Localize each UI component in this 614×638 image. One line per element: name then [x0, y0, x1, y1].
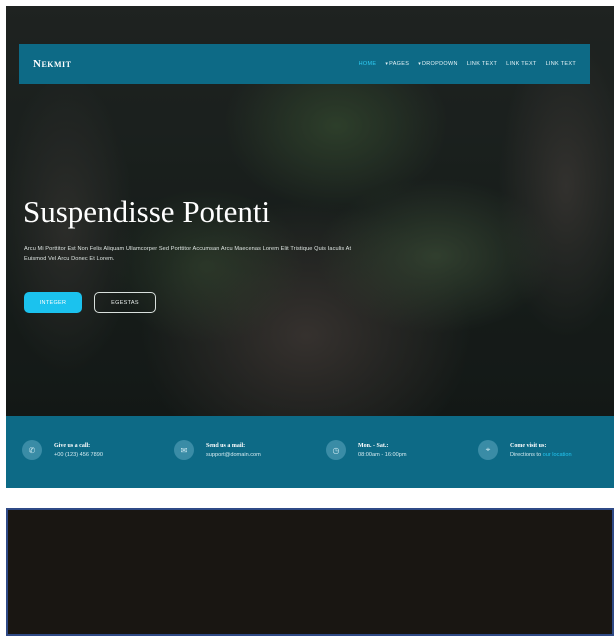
- location-pin-icon: ⌖: [478, 440, 498, 460]
- contact-info-bar: ✆ Give us a call: +00 (123) 456 7890 ✉ S…: [6, 416, 614, 488]
- clock-icon: ◷: [326, 440, 346, 460]
- info-item-visit: ⌖ Come visit us: Directions to our locat…: [478, 440, 572, 460]
- caret-down-icon: ▾: [418, 61, 422, 67]
- caret-down-icon: ▾: [385, 61, 389, 67]
- our-location-link[interactable]: our location: [543, 452, 572, 458]
- info-title: Send us a mail:: [206, 442, 246, 449]
- nav-item-link-text-3[interactable]: Link Text: [546, 61, 576, 67]
- main-nav: Home ▾Pages ▾Dropdown Link Text Link Tex…: [359, 61, 576, 67]
- nav-item-pages[interactable]: ▾Pages: [385, 61, 409, 67]
- nav-item-dropdown[interactable]: ▾Dropdown: [418, 61, 458, 67]
- hero-section: Nekmit Home ▾Pages ▾Dropdown Link Text L…: [6, 6, 614, 416]
- info-title: Mon. - Sat.:: [358, 442, 389, 449]
- mail-icon: ✉: [174, 440, 194, 460]
- nav-item-label: Link Text: [466, 61, 498, 67]
- phone-icon: ✆: [22, 440, 42, 460]
- info-item-mail: ✉ Send us a mail: support@domain.com: [174, 440, 261, 460]
- info-hours: 08:00am - 16:00pm: [358, 451, 407, 458]
- info-item-call: ✆ Give us a call: +00 (123) 456 7890: [22, 440, 103, 460]
- nav-item-label: Dropdown: [422, 61, 458, 67]
- nav-item-link-text-1[interactable]: Link Text: [467, 61, 497, 67]
- info-directions: Directions to our location: [510, 452, 572, 458]
- dark-content-panel: [6, 508, 614, 636]
- info-phone[interactable]: +00 (123) 456 7890: [54, 452, 103, 458]
- info-item-hours: ◷ Mon. - Sat.: 08:00am - 16:00pm: [326, 440, 407, 460]
- egestas-button[interactable]: Egestas: [94, 292, 156, 313]
- info-title: Come visit us:: [510, 442, 547, 449]
- integer-button[interactable]: Integer: [24, 292, 82, 313]
- nav-item-label: Link Text: [545, 61, 576, 67]
- directions-text: Directions to: [510, 451, 542, 458]
- brand-logo[interactable]: Nekmit: [33, 58, 72, 70]
- hero-title: Suspendisse Potenti: [23, 194, 271, 229]
- nav-item-home[interactable]: Home: [359, 61, 377, 67]
- info-email[interactable]: support@domain.com: [206, 452, 261, 458]
- top-navbar: Nekmit Home ▾Pages ▾Dropdown Link Text L…: [19, 44, 590, 84]
- nav-item-label: Link Text: [506, 61, 537, 67]
- nav-item-label: Home: [358, 61, 377, 67]
- nav-item-link-text-2[interactable]: Link Text: [506, 61, 536, 67]
- info-title: Give us a call:: [54, 442, 91, 449]
- hero-description: Arcu Mi Porttitor Est Non Felis Aliquam …: [24, 246, 352, 262]
- nav-item-label: Pages: [389, 61, 410, 67]
